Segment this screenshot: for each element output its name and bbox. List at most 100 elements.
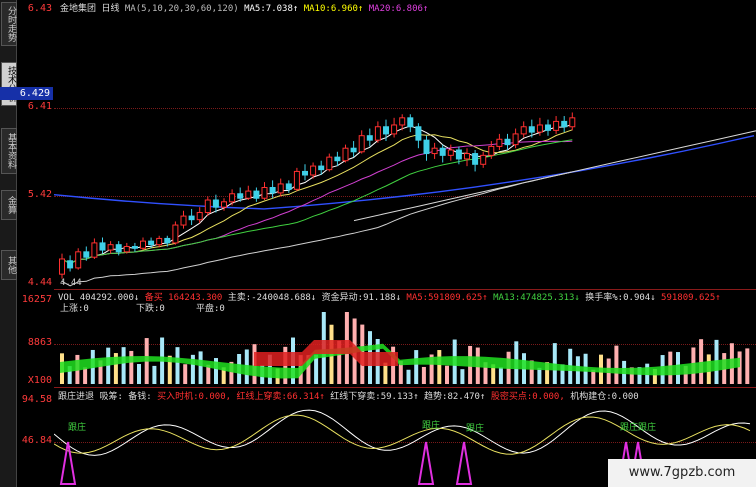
candle-body	[164, 237, 171, 244]
current-price-box: 6.429	[0, 87, 53, 100]
candle-body	[536, 124, 543, 133]
left-sidebar: 分时走势 技术分析 基本资料 金算 其他	[0, 0, 17, 487]
candle-body	[204, 199, 211, 214]
candle-body	[172, 224, 179, 244]
candle-body	[59, 258, 65, 275]
candle-body	[326, 156, 333, 171]
candle-body	[407, 117, 414, 128]
vol-tick-max: 16257	[21, 294, 52, 305]
candle-body	[212, 199, 219, 208]
volume-bar	[745, 348, 750, 384]
candle-body	[140, 240, 146, 249]
candle-body	[123, 245, 130, 253]
candle-body	[399, 117, 406, 126]
candle-body	[180, 215, 187, 226]
candle-body	[261, 187, 268, 199]
volume-bar	[445, 365, 449, 384]
volume-bar	[121, 347, 126, 384]
ma120-line	[54, 135, 755, 210]
candle-body	[253, 190, 260, 199]
watermark: www.7gpzb.com	[608, 459, 756, 487]
candle-body	[75, 251, 82, 269]
volume-bar	[737, 351, 742, 384]
candle-body	[472, 153, 479, 165]
candle-body	[439, 147, 446, 156]
candle-body	[107, 244, 114, 251]
candle-body	[196, 212, 203, 221]
vol-tick-mid: 8863	[27, 337, 52, 348]
volume-bar	[183, 364, 188, 384]
candle-body	[237, 193, 244, 199]
top-price-label: 6.43	[27, 3, 52, 14]
candle-body	[553, 120, 560, 131]
tab-fundamentals[interactable]: 基本资料	[1, 128, 17, 174]
candle-body	[455, 149, 462, 160]
candle-body	[358, 135, 365, 153]
candle-body	[91, 242, 98, 258]
candle-body	[528, 126, 535, 133]
signal-spike	[455, 441, 473, 485]
volume-bar	[614, 345, 619, 384]
candlestick-chart[interactable]	[54, 12, 756, 288]
tab-finance[interactable]: 金算	[1, 190, 17, 220]
candle-body	[269, 187, 276, 194]
ma10-line	[61, 129, 573, 265]
volume-bar	[460, 369, 465, 384]
candle-body	[83, 251, 90, 258]
volume-bar	[83, 367, 88, 384]
candle-body	[366, 135, 373, 141]
vol-tick-unit: X100	[27, 375, 52, 386]
volume-chart[interactable]	[54, 300, 756, 386]
candle-body	[115, 244, 122, 253]
candle-body	[512, 133, 519, 146]
candle-body	[374, 126, 381, 141]
candle-body	[342, 147, 349, 162]
signal-spike	[417, 441, 435, 485]
candle-body	[561, 120, 568, 128]
candle-body	[188, 215, 195, 221]
volume-bar	[406, 369, 411, 384]
candle-body	[383, 126, 389, 135]
marker-label-3: 跟庄	[466, 424, 485, 434]
candle-body	[423, 139, 430, 155]
volume-bar	[537, 367, 542, 384]
candle-body	[285, 183, 292, 190]
marker-label-1: 跟庄	[68, 423, 87, 433]
y-tick-4-44: 4.44	[27, 277, 52, 288]
candle-body	[504, 138, 511, 146]
volume-bar	[498, 367, 503, 384]
candle-body	[334, 156, 341, 162]
tab-intraday[interactable]: 分时走势	[1, 2, 17, 46]
candle-body	[431, 147, 438, 155]
ind-tick-mid: 46.84	[21, 435, 52, 446]
volume-bar	[414, 350, 419, 384]
y-tick-6-41: 6.41	[27, 101, 52, 112]
candle-body	[99, 242, 106, 251]
volume-bar	[137, 364, 141, 384]
candle-body	[293, 170, 300, 190]
ind-tick-max: 94.58	[21, 394, 52, 405]
candle-body	[318, 165, 325, 171]
candle-body	[229, 193, 236, 203]
candle-body	[302, 170, 308, 176]
candle-body	[131, 245, 138, 249]
volume-bar	[175, 347, 180, 384]
volume-bar	[129, 350, 134, 384]
tab-other[interactable]: 其他	[1, 250, 17, 280]
candle-body	[221, 201, 227, 208]
marker-label-2: 跟庄	[422, 421, 441, 431]
volume-bar	[421, 366, 426, 384]
volume-bar	[198, 351, 203, 384]
marker-label-4: 跟庄跟庄	[620, 423, 657, 433]
candle-body	[415, 126, 422, 141]
candle-body	[520, 126, 527, 135]
y-tick-5-42: 5.42	[27, 189, 52, 200]
candle-body	[350, 147, 357, 153]
panel-divider	[54, 387, 756, 388]
candle-body	[67, 260, 74, 269]
candle-body	[156, 237, 163, 246]
candle-body	[488, 145, 495, 156]
candle-body	[391, 124, 398, 135]
volume-bar	[699, 339, 704, 384]
ma5-line	[61, 123, 573, 265]
